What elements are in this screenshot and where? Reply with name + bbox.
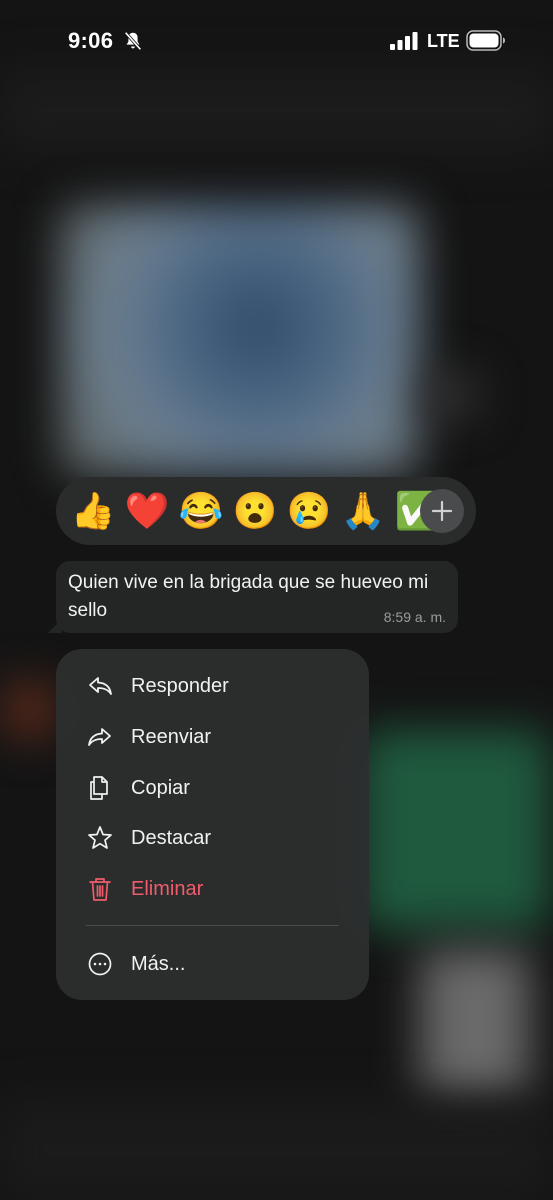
forward-icon [86,723,114,751]
menu-item-label: Más... [131,952,186,975]
battery-icon [466,30,505,51]
context-menu: Responder Reenviar Copiar Destacar Elimi… [56,649,369,1000]
bubble-tail [48,619,62,633]
menu-divider [86,925,339,926]
menu-item-copy[interactable]: Copiar [56,765,369,811]
menu-item-forward[interactable]: Reenviar [56,714,369,760]
reaction-praying[interactable]: 🙏 [336,484,390,538]
more-reactions-button[interactable] [420,489,464,533]
reaction-heart[interactable]: ❤️ [120,484,174,538]
star-icon [86,824,114,852]
reaction-thumbs-up[interactable]: 👍 [66,484,120,538]
status-bar: 9:06 LTE [0,0,553,80]
menu-item-star[interactable]: Destacar [56,815,369,861]
more-icon [86,950,114,978]
menu-item-reply[interactable]: Responder [56,663,369,709]
signal-icon [390,32,418,50]
reaction-bar: 👍 ❤️ 😂 😮 😢 🙏 ✅ [56,477,476,545]
menu-item-delete[interactable]: Eliminar [56,866,369,912]
menu-item-label: Copiar [131,776,190,799]
message-timestamp: 8:59 a. m. [383,609,446,625]
menu-item-more[interactable]: Más... [56,941,369,987]
message-bubble[interactable]: Quien vive en la brigada que se hueveo m… [48,561,458,633]
bell-slash-icon [124,31,142,51]
reaction-laughing[interactable]: 😂 [174,484,228,538]
trash-icon [86,875,114,903]
reply-icon [86,672,114,700]
copy-icon [86,774,114,802]
reaction-surprised[interactable]: 😮 [228,484,282,538]
reaction-crying[interactable]: 😢 [282,484,336,538]
menu-item-label: Responder [131,674,229,697]
menu-item-label: Eliminar [131,877,204,900]
status-time: 9:06 [68,28,114,53]
menu-item-label: Reenviar [131,725,212,748]
menu-item-label: Destacar [131,826,212,849]
network-type: LTE [427,31,460,51]
plus-icon [431,500,453,522]
